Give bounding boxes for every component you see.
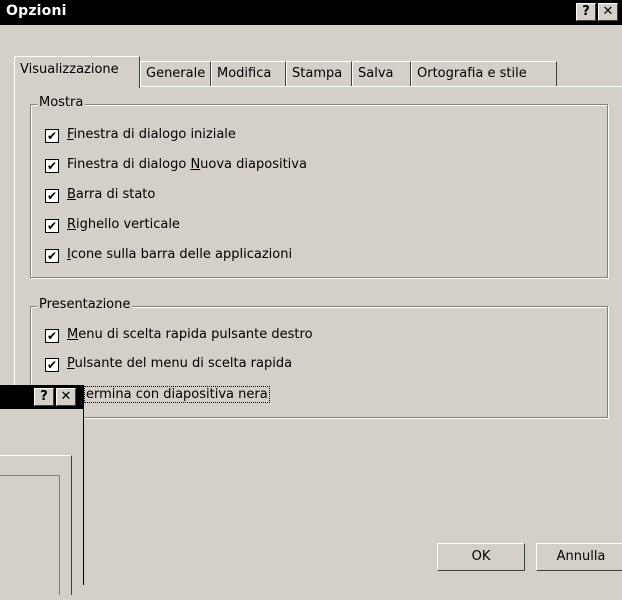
tab-label: Salva [358, 66, 394, 81]
tab-modifica[interactable]: Modifica [211, 61, 286, 87]
checkbox-box[interactable]: ✔ [45, 219, 59, 233]
ok-button[interactable]: OK [437, 543, 525, 571]
background-window-title-bar[interactable]: ? ✕ [0, 385, 84, 409]
tab-visualizzazione[interactable]: Visualizzazione [14, 56, 140, 88]
background-close-button[interactable]: ✕ [56, 388, 76, 406]
cancel-button[interactable]: Annulla [536, 543, 622, 571]
background-help-button[interactable]: ? [34, 388, 54, 406]
close-button[interactable]: ✕ [598, 3, 618, 21]
checkbox-box[interactable]: ✔ [45, 129, 59, 143]
help-button[interactable]: ? [576, 3, 596, 21]
tab-ortografia-e-stile[interactable]: Ortografia e stile [411, 61, 557, 87]
title-bar[interactable]: Opzioni ? ✕ [0, 0, 622, 25]
options-dialog: Opzioni ? ✕ Visualizzazione Generale Mod… [0, 0, 622, 600]
checkbox-box[interactable]: ✔ [45, 329, 59, 343]
tab-label: Generale [146, 66, 206, 81]
checkbox-label: Finestra di dialogo Nuova diapositiva [67, 157, 307, 172]
tab-label: Visualizzazione [20, 62, 119, 77]
checkbox-box[interactable]: ✔ [45, 358, 59, 372]
checkbox-box[interactable]: ✔ [45, 249, 59, 263]
checkbox-box[interactable]: ✔ [45, 189, 59, 203]
tab-salva[interactable]: Salva [352, 61, 411, 87]
checkbox-label: Pulsante del menu di scelta rapida [67, 356, 293, 371]
tab-label: Stampa [292, 66, 343, 81]
tab-label: Modifica [217, 66, 272, 81]
presentation-group: Presentazione ✔ Menu di scelta rapida pu… [30, 297, 608, 418]
window-title: Opzioni [6, 3, 67, 19]
checkbox-label: Finestra di dialogo iniziale [67, 127, 236, 142]
show-group: Mostra ✔ Finestra di dialogo iniziale ✔ … [30, 95, 608, 278]
checkbox-label: ermina con diapositiva nera [84, 386, 270, 403]
checkbox-box[interactable]: ✔ [45, 159, 59, 173]
checkbox-label: Barra di stato [67, 187, 156, 202]
group-title: Mostra [37, 95, 86, 110]
background-window-inner-panel [0, 475, 60, 595]
tab-stampa[interactable]: Stampa [286, 61, 352, 87]
tab-label: Ortografia e stile [417, 66, 527, 81]
background-window: ? ✕ [0, 385, 84, 595]
tab-generale[interactable]: Generale [140, 61, 211, 87]
checkbox-label: Menu di scelta rapida pulsante destro [67, 327, 313, 342]
checkbox-label: Icone sulla barra delle applicazioni [67, 247, 293, 262]
group-title: Presentazione [37, 297, 133, 312]
checkbox-label: Righello verticale [67, 217, 180, 232]
